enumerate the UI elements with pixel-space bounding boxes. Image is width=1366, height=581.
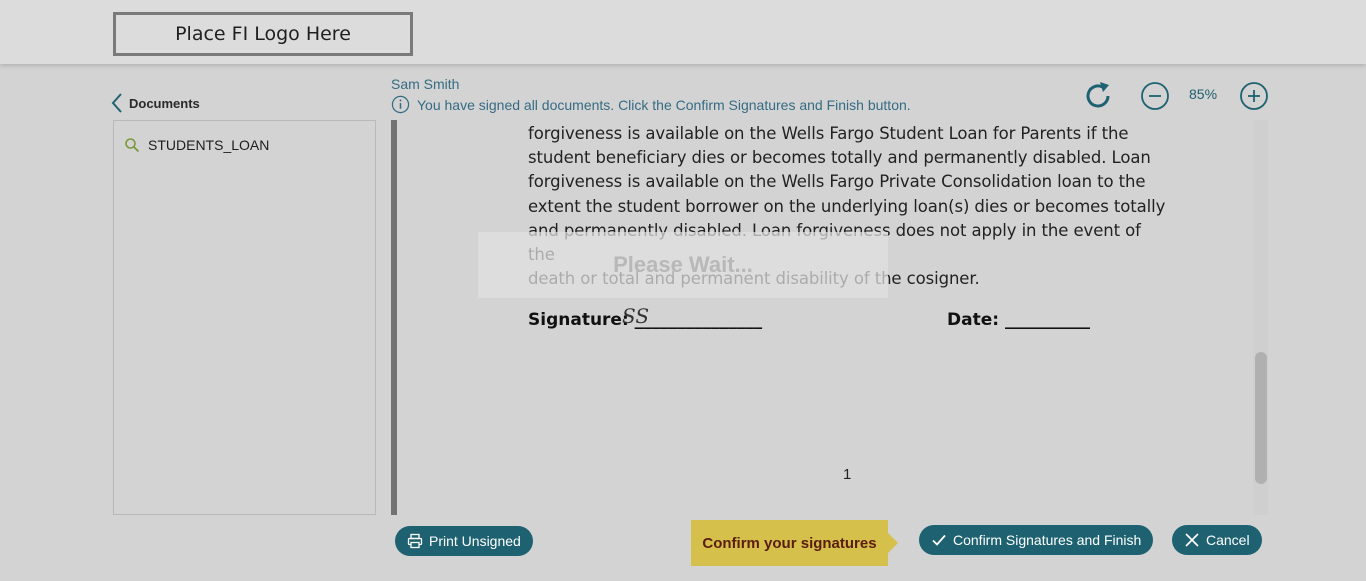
refresh-icon[interactable] [1081,79,1115,113]
print-unsigned-button[interactable]: Print Unsigned [395,526,533,556]
document-line: extent the student borrower on the under… [528,196,1166,216]
print-unsigned-label: Print Unsigned [429,533,521,549]
status-message: You have signed all documents. Click the… [391,95,911,114]
printer-icon [407,533,423,549]
signer-name: Sam Smith [391,76,460,92]
info-icon [391,95,410,114]
date-field[interactable]: Date: __________ [947,310,1090,330]
status-message-text: You have signed all documents. Click the… [417,96,911,113]
document-line: forgiveness is available on the Wells Fa… [528,172,1146,192]
scrollbar-thumb[interactable] [1255,352,1267,484]
zoom-in-icon[interactable] [1239,81,1269,111]
document-item-students-loan[interactable]: STUDENTS_LOAN [124,137,269,153]
search-icon [125,138,140,153]
confirm-signatures-label: Confirm Signatures and Finish [953,532,1142,548]
cancel-button[interactable]: Cancel [1172,525,1262,555]
zoom-level: 85% [1189,86,1218,102]
check-icon [932,534,946,546]
close-icon [1185,533,1199,547]
documents-label: Documents [129,95,200,111]
confirm-signatures-button[interactable]: Confirm Signatures and Finish [919,525,1154,555]
document-line: student beneficiary dies or becomes tota… [528,148,1151,168]
document-list: STUDENTS_LOAN [113,120,376,515]
zoom-out-icon[interactable] [1140,81,1170,111]
cancel-label: Cancel [1206,532,1250,548]
document-item-label: STUDENTS_LOAN [148,137,270,153]
documents-back-link[interactable]: Documents [111,92,200,114]
document-line: forgiveness is available on the Wells Fa… [528,124,1129,143]
document-viewer[interactable]: forgiveness is available on the Wells Fa… [391,120,1268,515]
logo-placeholder: Place FI Logo Here [113,12,413,56]
confirm-callout: Confirm your signatures [691,520,888,566]
document-page: forgiveness is available on the Wells Fa… [397,120,1253,515]
please-wait-overlay: Please Wait... [478,232,888,298]
top-bar: Place FI Logo Here [0,0,1366,64]
signature-mark: SS [622,304,650,328]
callout-arrow [888,533,898,553]
page-number: 1 [843,466,852,483]
chevron-left-icon [111,93,122,113]
